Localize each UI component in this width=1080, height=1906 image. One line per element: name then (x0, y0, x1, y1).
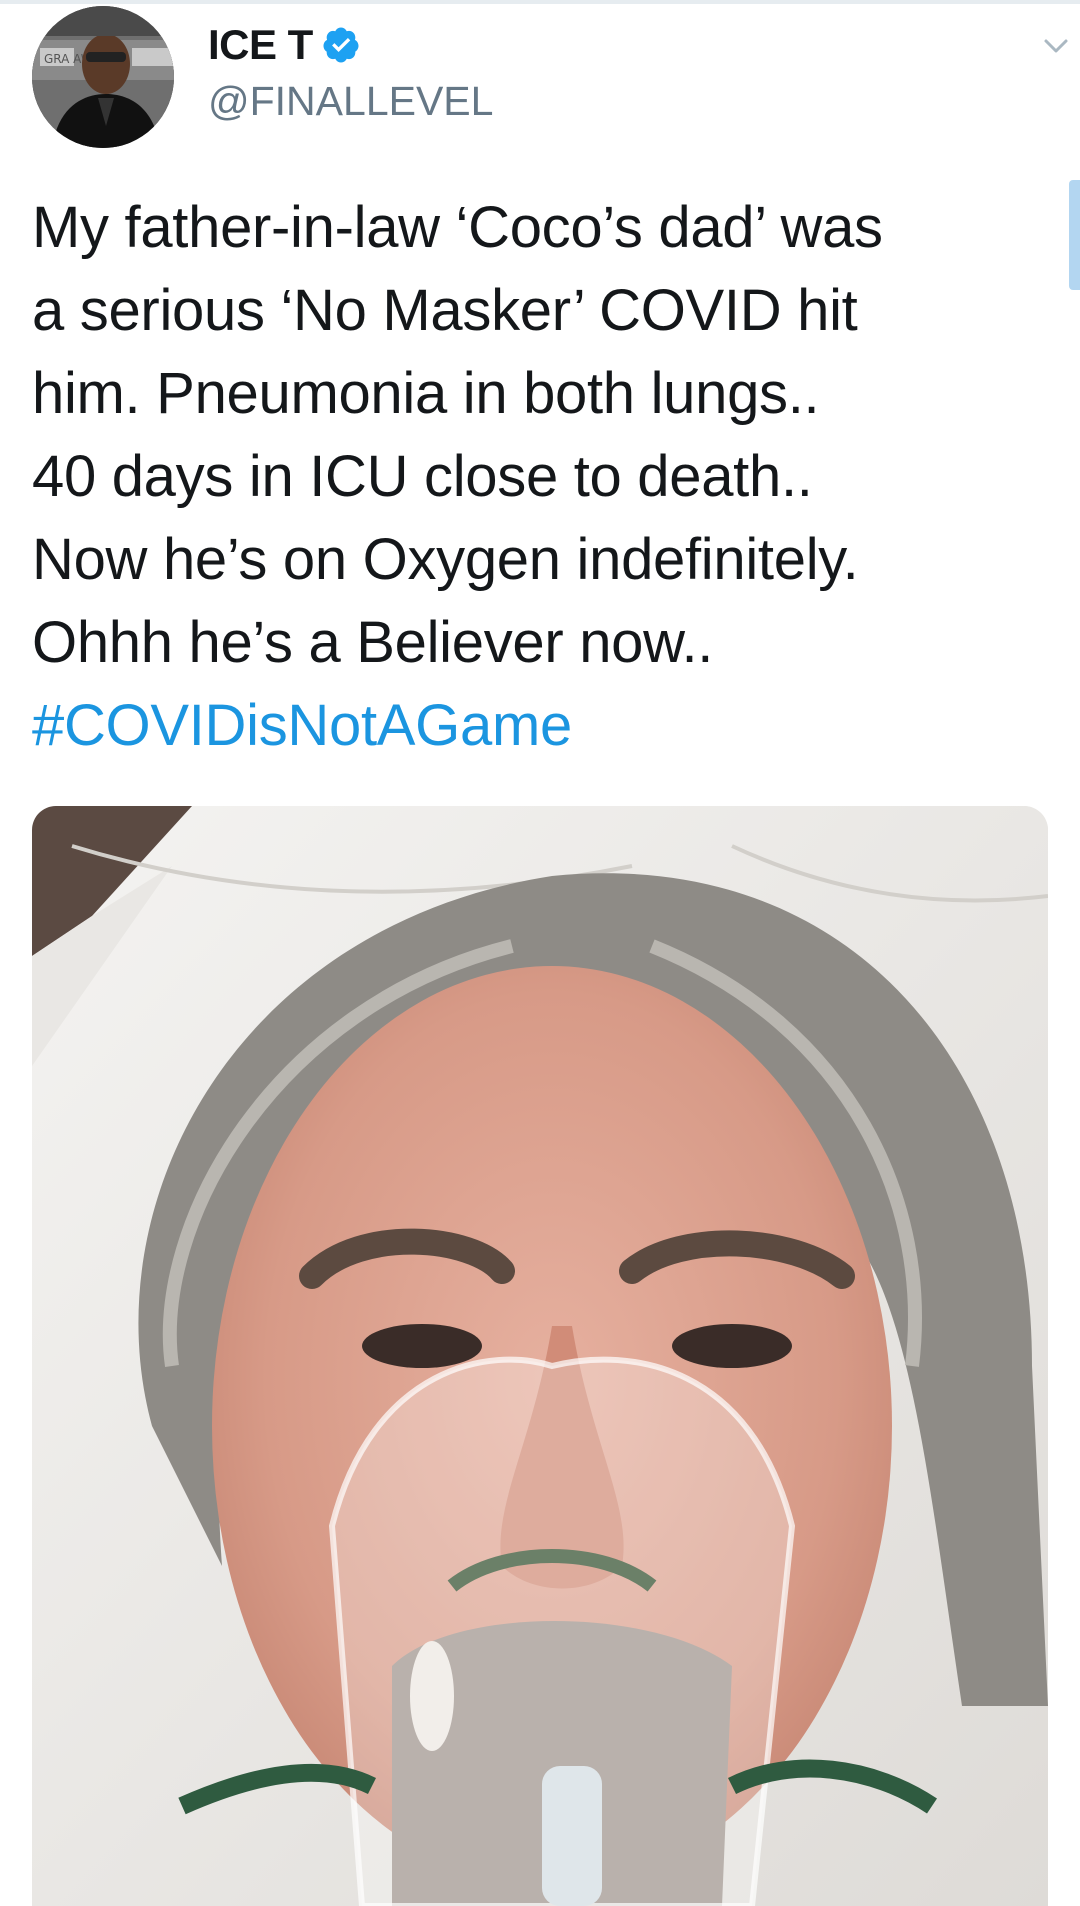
tweet-text-line: My father-in-law ‘Coco’s dad’ was (32, 195, 883, 260)
chevron-down-icon[interactable] (1038, 28, 1074, 64)
tweet-header: GRA AWAR ICE T @FINALLEVEL (32, 6, 1068, 148)
tweet-text-line: a serious ‘No Masker’ COVID hit (32, 278, 858, 343)
user-handle[interactable]: @FINALLEVEL (208, 78, 493, 125)
tweet-text: My father-in-law ‘Coco’s dad’ was a seri… (32, 186, 1042, 767)
tweet-text-line: him. Pneumonia in both lungs.. (32, 361, 820, 426)
avatar[interactable]: GRA AWAR (32, 6, 174, 148)
tweet-text-line: Now he’s on Oxygen indefinitely. (32, 527, 859, 592)
tweet-text-line: Ohhh he’s a Believer now.. (32, 610, 714, 675)
tweet-media-photo[interactable] (32, 806, 1048, 1906)
scrollbar[interactable] (1069, 180, 1080, 290)
hashtag-link[interactable]: #COVIDisNotAGame (32, 684, 1042, 767)
display-name[interactable]: ICE T (208, 21, 313, 69)
top-divider (0, 0, 1080, 4)
tweet-text-line: 40 days in ICU close to death.. (32, 444, 813, 509)
verified-badge-icon (321, 25, 361, 65)
display-name-row: ICE T (208, 16, 493, 74)
author-block[interactable]: ICE T @FINALLEVEL (208, 16, 493, 125)
